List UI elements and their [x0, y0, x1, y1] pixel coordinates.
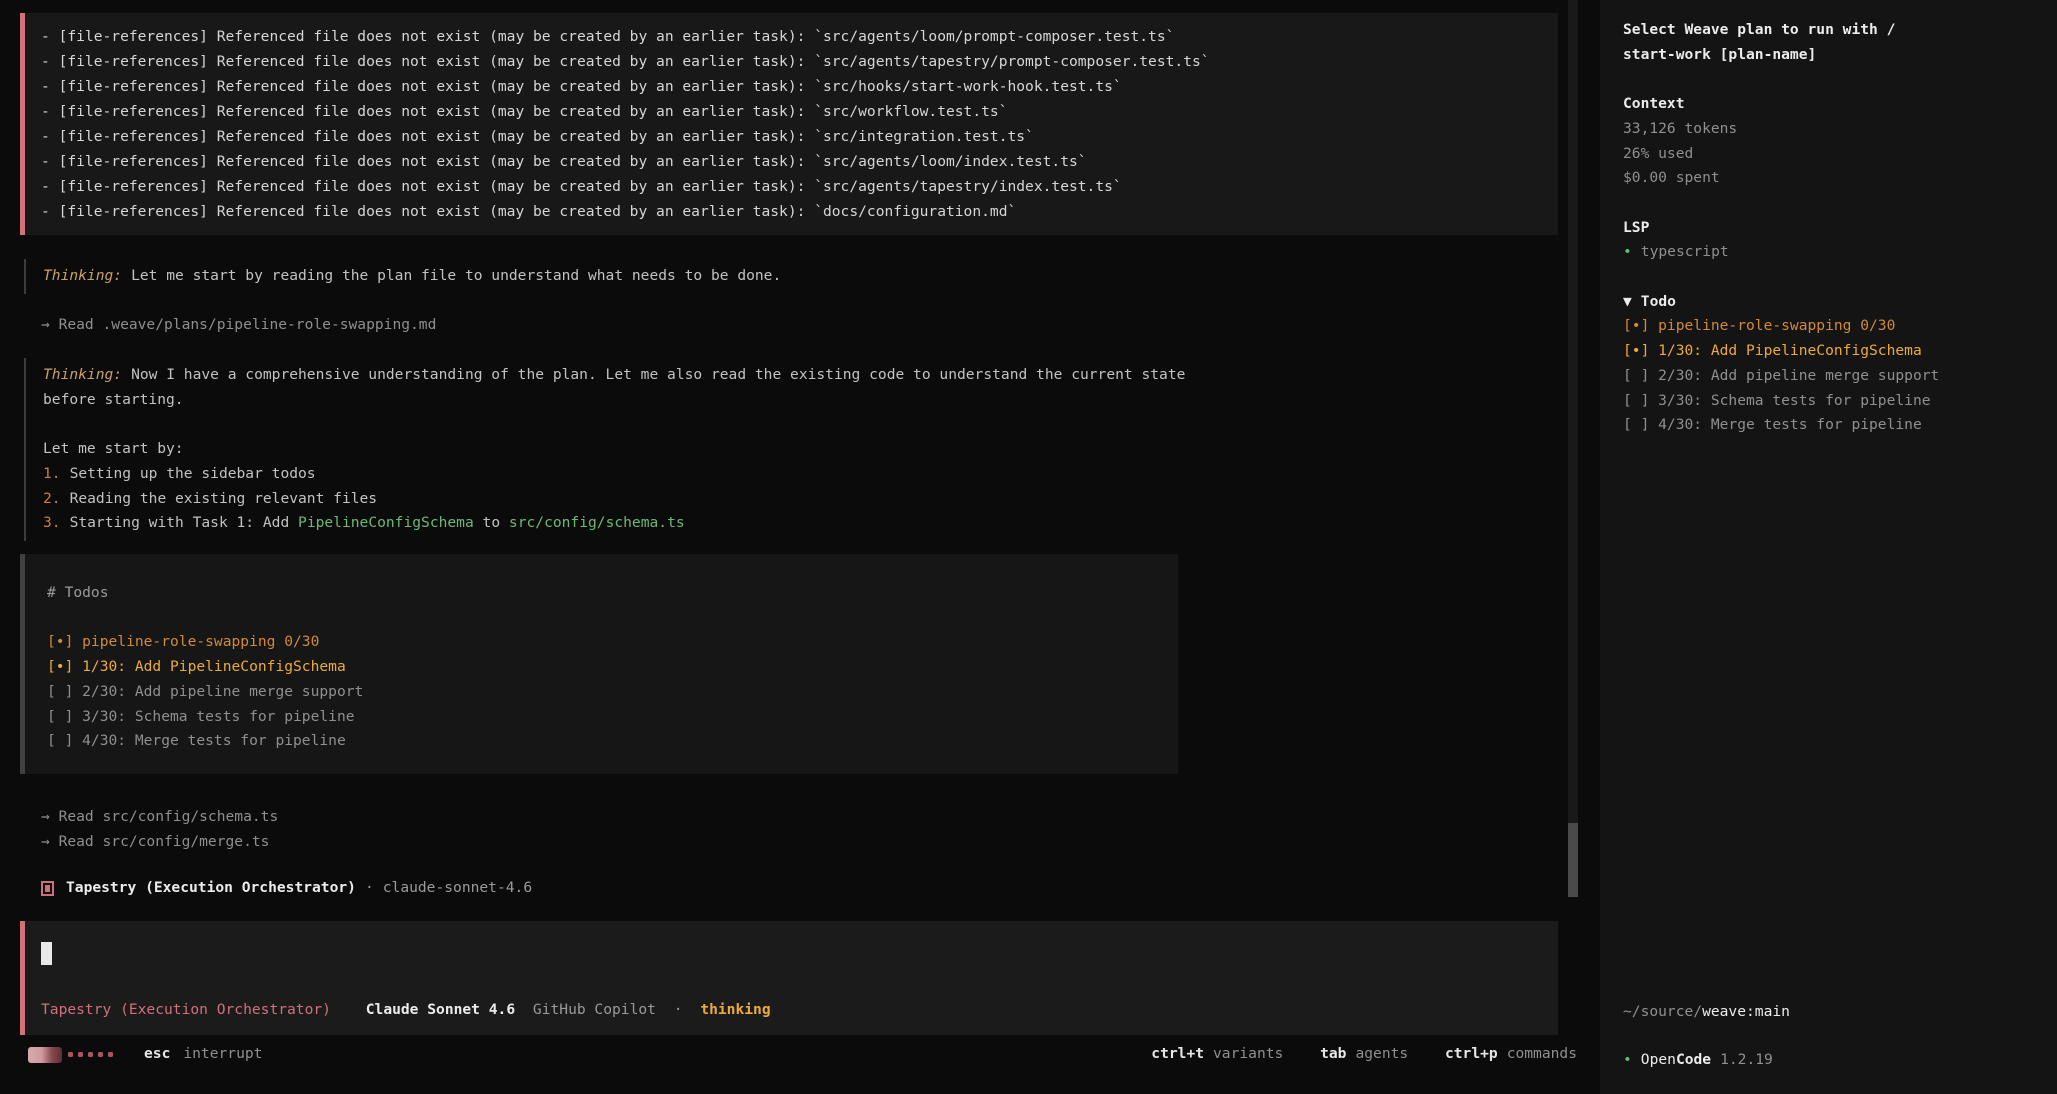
- referenced-file-path: `src/hooks/start-work-hook.test.ts`: [814, 78, 1122, 95]
- warning-line: - [file-references] Referenced file does…: [41, 124, 1558, 149]
- warning-line: - [file-references] Referenced file does…: [41, 199, 1558, 224]
- collapse-triangle-icon: ▼: [1623, 293, 1632, 310]
- lsp-heading: LSP: [1623, 216, 2043, 241]
- warning-line: - [file-references] Referenced file does…: [41, 149, 1558, 174]
- inline-code: src/config/schema.ts: [509, 514, 685, 531]
- sidebar: Select Weave plan to run with / start-wo…: [1600, 0, 2057, 1094]
- separator-dot: ·: [365, 876, 374, 901]
- app-name: Open: [1641, 1051, 1676, 1068]
- working-state-badge: thinking: [700, 1001, 770, 1018]
- sidebar-todo-item-pending: [ ] 4/30: Merge tests for pipeline: [1623, 413, 2043, 438]
- thinking-block: Thinking: Now I have a comprehensive unde…: [24, 358, 1524, 541]
- input-status-row: Tapestry (Execution Orchestrator) Claude…: [41, 998, 771, 1023]
- input-model-name: Claude Sonnet 4.6: [366, 1001, 515, 1018]
- context-spent: $0.00 spent: [1623, 166, 2043, 191]
- scrollbar-track[interactable]: [1568, 0, 1578, 897]
- referenced-file-path: `src/agents/loom/index.test.ts`: [814, 153, 1086, 170]
- input-agent-name: Tapestry (Execution Orchestrator): [41, 1001, 331, 1018]
- tool-action-read-merge: → Read src/config/merge.ts: [41, 830, 269, 855]
- thinking-text: before starting.: [43, 388, 1524, 413]
- keybind-commands: ctrl+p: [1445, 1045, 1498, 1062]
- agent-status-line: Tapestry (Execution Orchestrator) · clau…: [41, 876, 532, 901]
- keybind-agents: tab: [1320, 1045, 1346, 1062]
- cwd-repo-branch: weave:main: [1702, 1003, 1790, 1020]
- todo-section-heading[interactable]: ▼Todo: [1623, 290, 2043, 315]
- app-version: 1.2.19: [1720, 1051, 1773, 1068]
- referenced-file-path: `src/integration.test.ts`: [814, 128, 1034, 145]
- referenced-file-path: `docs/configuration.md`: [814, 203, 1016, 220]
- thinking-text: Let me start by reading the plan file to…: [131, 267, 781, 284]
- todo-item-pending: [ ] 2/30: Add pipeline merge support: [47, 680, 1178, 705]
- lsp-item: • typescript: [1623, 240, 2043, 265]
- warning-line: - [file-references] Referenced file does…: [41, 24, 1558, 49]
- opencode-tui: { "colors": { "accent_pink": "#d3707a", …: [0, 0, 2057, 1094]
- list-item: 2.Reading the existing relevant files: [43, 487, 1524, 512]
- referenced-file-path: `src/workflow.test.ts`: [814, 103, 1007, 120]
- sidebar-todo-item-current: [•] 1/30: Add PipelineConfigSchema: [1623, 339, 2043, 364]
- thinking-label: Thinking:: [43, 267, 122, 284]
- context-tokens: 33,126 tokens: [1623, 117, 2043, 142]
- text-cursor: [41, 942, 52, 965]
- scrollbar-thumb[interactable]: [1568, 823, 1578, 897]
- input-provider: GitHub Copilot: [533, 1001, 656, 1018]
- file-references-warning-block: - [file-references] Referenced file does…: [20, 13, 1558, 235]
- warning-line: - [file-references] Referenced file does…: [41, 49, 1558, 74]
- thinking-label: Thinking:: [43, 366, 122, 383]
- tool-action-read-schema: → Read src/config/schema.ts: [41, 805, 278, 830]
- todo-item-pending: [ ] 4/30: Merge tests for pipeline: [47, 729, 1178, 754]
- prompt-input[interactable]: Tapestry (Execution Orchestrator) Claude…: [20, 921, 1558, 1035]
- app-name-bold: Code: [1676, 1051, 1711, 1068]
- keybind-variants: ctrl+t: [1151, 1045, 1204, 1062]
- warning-line: - [file-references] Referenced file does…: [41, 99, 1558, 124]
- separator-dot: ·: [674, 1001, 683, 1018]
- tool-action-read-plan: → Read .weave/plans/pipeline-role-swappi…: [41, 313, 436, 338]
- list-intro: Let me start by:: [43, 437, 1524, 462]
- agent-model: claude-sonnet-4.6: [383, 876, 532, 901]
- todo-item-active: [•] pipeline-role-swapping 0/30: [47, 630, 1178, 655]
- context-used: 26% used: [1623, 142, 2043, 167]
- thinking-text: Now I have a comprehensive understanding…: [131, 366, 1185, 383]
- app-version-line: • OpenCode 1.2.19: [1623, 1048, 1773, 1073]
- sidebar-todo-item-pending: [ ] 3/30: Schema tests for pipeline: [1623, 389, 2043, 414]
- sidebar-title: Select Weave plan to run with /: [1623, 18, 2043, 43]
- inline-code: PipelineConfigSchema: [298, 514, 474, 531]
- todos-panel-title: # Todos: [47, 581, 1178, 606]
- todos-panel: # Todos [•] pipeline-role-swapping 0/30 …: [20, 554, 1178, 774]
- cwd-prefix: ~/source/: [1623, 1003, 1702, 1020]
- warning-line: - [file-references] Referenced file does…: [41, 174, 1558, 199]
- referenced-file-path: `src/agents/loom/prompt-composer.test.ts…: [814, 28, 1174, 45]
- sidebar-title: start-work [plan-name]: [1623, 43, 2043, 68]
- list-item: 3.Starting with Task 1: Add PipelineConf…: [43, 511, 1524, 536]
- sidebar-todo-item-active: [•] pipeline-role-swapping 0/30: [1623, 314, 2043, 339]
- working-directory: ~/source/weave:main: [1623, 1000, 1790, 1025]
- thinking-block: Thinking: Let me start by reading the pla…: [24, 259, 1524, 294]
- lsp-status-dot: •: [1623, 243, 1632, 260]
- warning-line: - [file-references] Referenced file does…: [41, 74, 1558, 99]
- list-item: 1.Setting up the sidebar todos: [43, 462, 1524, 487]
- sidebar-todo-item-pending: [ ] 2/30: Add pipeline merge support: [1623, 364, 2043, 389]
- todo-item-pending: [ ] 3/30: Schema tests for pipeline: [47, 705, 1178, 730]
- referenced-file-path: `src/agents/tapestry/index.test.ts`: [814, 178, 1122, 195]
- referenced-file-path: `src/agents/tapestry/prompt-composer.tes…: [814, 53, 1209, 70]
- app-status-dot: •: [1623, 1051, 1632, 1068]
- agent-square-icon: [41, 881, 54, 896]
- statusbar-right: ctrl+tvariants tabagents ctrl+pcommands: [0, 1042, 1577, 1067]
- context-heading: Context: [1623, 92, 2043, 117]
- lsp-server-name: typescript: [1641, 243, 1729, 260]
- todo-item-current: [•] 1/30: Add PipelineConfigSchema: [47, 655, 1178, 680]
- agent-name: Tapestry (Execution Orchestrator): [66, 876, 356, 901]
